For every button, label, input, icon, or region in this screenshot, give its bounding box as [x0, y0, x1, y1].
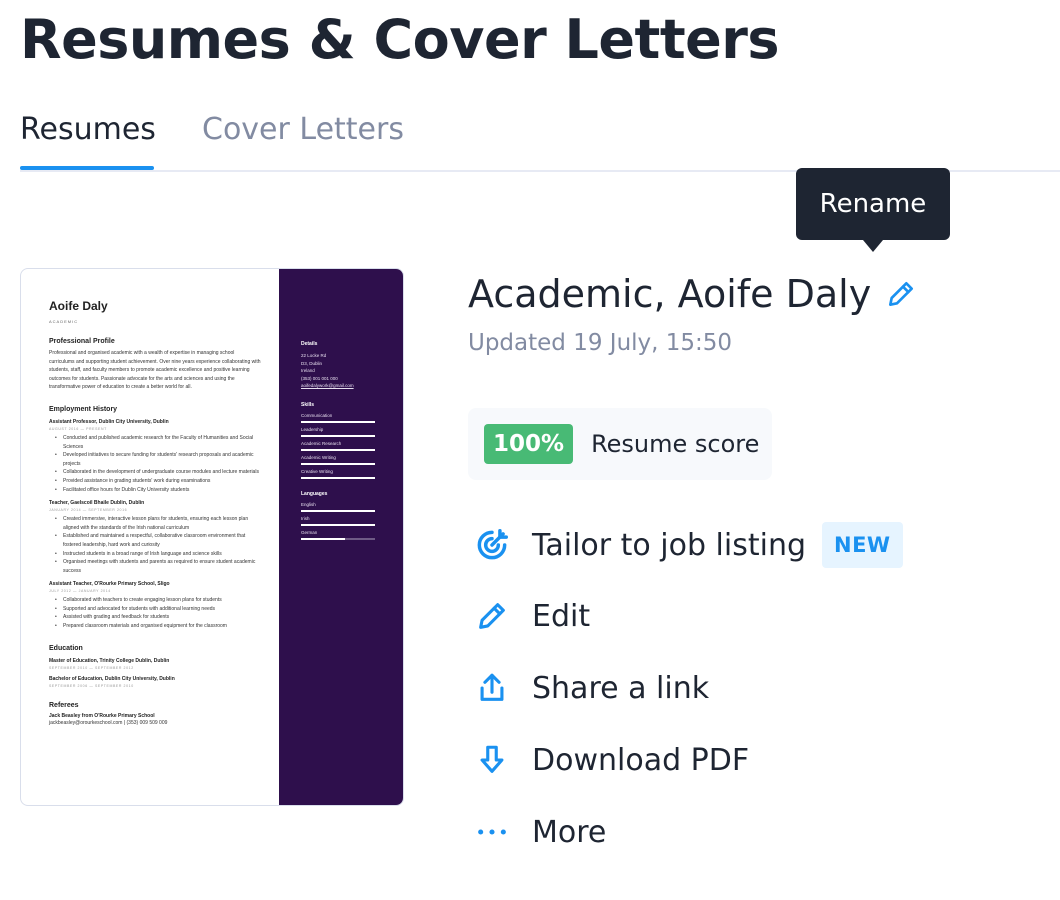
resume-skill-name: Leadership — [301, 426, 324, 432]
resume-language-name: English — [301, 501, 316, 507]
resume-skill-level-bar — [301, 462, 375, 465]
more-button[interactable]: More — [472, 812, 606, 852]
resume-score-panel[interactable]: 100% Resume score — [468, 408, 772, 480]
resume-skill-level-fill — [301, 420, 375, 423]
resume-job-title: Assistant Professor, Dublin City Univers… — [49, 418, 169, 425]
resume-skill-name: Communication — [301, 412, 333, 418]
resume-detail-line: (353) 001 001 000 — [301, 375, 338, 381]
share-icon — [472, 668, 512, 708]
resume-role: Academic — [49, 319, 79, 324]
tab-bar: Resumes Cover Letters — [20, 100, 1060, 172]
resume-job-bullet: Collaborated with teachers to create eng… — [49, 596, 261, 605]
resume-detail-line: 22 Locke Rd — [301, 353, 327, 358]
resume-education-title: Master of Education, Trinity College Dub… — [49, 657, 170, 664]
resume-skill-level-bar — [301, 420, 375, 423]
resume-job-title: Teacher, Gaelscoil Bhaile Dublin, Dublin — [49, 500, 145, 507]
document-title[interactable]: Academic, Aoife Daly — [468, 272, 871, 316]
resume-job-title: Assistant Teacher, O'Rourke Primary Scho… — [49, 581, 170, 588]
resume-profile-text: Professional and organised academic with… — [49, 350, 261, 391]
resume-language-level-bar — [301, 509, 375, 512]
resume-section-heading: Education — [49, 644, 83, 652]
tailor-to-job-button[interactable]: Tailor to job listing NEW — [472, 522, 903, 568]
resume-job-dates: AUGUST 2016 — PRESENT — [49, 426, 107, 431]
resume-skill-level-fill — [301, 476, 375, 479]
resume-main-column: Aoife Daly Academic Professional Profile… — [21, 269, 279, 805]
resume-skills: Communication Leadership Academic Research… — [301, 413, 383, 479]
resume-sidebar-heading: Languages — [301, 490, 328, 497]
tab-cover-letters[interactable]: Cover Letters — [202, 112, 404, 147]
resume-referee-contact: jackbeasley@orourkeschool.com | (353) 00… — [49, 719, 168, 726]
pencil-icon[interactable] — [885, 278, 917, 310]
resume-job-dates: JULY 2012 — JANUARY 2014 — [49, 589, 111, 594]
resume-education-title: Bachelor of Education, Dublin City Unive… — [49, 675, 175, 682]
resume-language-level-fill — [301, 537, 346, 540]
resume-job-bullet: Developed initiatives to secure funding … — [49, 451, 261, 468]
resume-detail-email: aoifedalywork@gmail.com — [301, 383, 354, 389]
resume-section-heading: Referees — [49, 701, 79, 709]
resume-skill-level-bar — [301, 448, 375, 451]
resume-skill-level-fill — [301, 448, 375, 451]
resume-name: Aoife Daly — [49, 299, 108, 313]
more-dots-icon — [472, 812, 512, 852]
action-label: Edit — [532, 598, 591, 634]
action-label: More — [532, 814, 607, 850]
action-label: Download PDF — [532, 742, 750, 778]
resume-job-bullet: Organised meetings with students and par… — [49, 558, 261, 575]
resume-job-bullet: Provided assistance in grading students'… — [49, 477, 261, 486]
resume-language-name: Irish — [301, 515, 310, 521]
resume-job-bullet: Established and maintained a respectful,… — [49, 532, 261, 549]
resume-language-level-fill — [301, 523, 375, 526]
resume-job-bullet: Collaborated in the development of under… — [49, 468, 261, 477]
resume-education-dates: SEPTEMBER 2010 — SEPTEMBER 2012 — [49, 665, 134, 670]
download-icon — [472, 740, 512, 780]
pencil-icon — [472, 596, 512, 636]
resume-skill-level-fill — [301, 434, 375, 437]
resume-jobs: Assistant Professor, Dublin City Univers… — [49, 419, 261, 631]
resume-skill-level-bar — [301, 476, 375, 479]
score-label: Resume score — [591, 430, 760, 458]
resume-job-bullet: Facilitated office hours for Dublin City… — [49, 486, 261, 495]
resume-language-level-fill — [301, 509, 375, 512]
resume-skill-name: Academic Research — [301, 440, 342, 446]
resume-skill-name: Creative Writing — [301, 468, 333, 474]
resume-skill-level-fill — [301, 462, 375, 465]
resume-job-bullet: Conducted and published academic researc… — [49, 434, 261, 451]
share-link-button[interactable]: Share a link — [472, 668, 709, 708]
resume-skill-name: Academic Writing — [301, 454, 336, 460]
resume-language-level-bar — [301, 523, 375, 526]
resume-section-heading: Professional Profile — [49, 338, 115, 345]
resume-detail-line: Ireland — [301, 368, 315, 374]
resume-language-level-bar — [301, 537, 375, 540]
active-tab-indicator — [20, 166, 154, 170]
download-pdf-button[interactable]: Download PDF — [472, 740, 749, 780]
resume-skill-level-bar — [301, 434, 375, 437]
resume-job-bullet: Supported and advocated for students wit… — [49, 605, 261, 614]
edit-button[interactable]: Edit — [472, 596, 590, 636]
action-label: Tailor to job listing — [532, 527, 807, 563]
resume-job-bullet: Instructed students in a broad range of … — [49, 550, 261, 559]
resume-job-dates: JANUARY 2014 — SEPTEMBER 2016 — [49, 508, 128, 513]
document-title-row: Academic, Aoife Daly — [468, 272, 917, 316]
resume-job-bullet: Created immersive, interactive lesson pl… — [49, 515, 261, 532]
resume-education-dates: SEPTEMBER 2006 — SEPTEMBER 2010 — [49, 683, 134, 688]
resume-job-bullet: Assisted with grading and feedback for s… — [49, 613, 261, 622]
resume-job-bullet: Prepared classroom materials and organis… — [49, 622, 261, 631]
resume-sidebar-heading: Details — [301, 341, 318, 347]
last-updated-text: Updated 19 July, 15:50 — [468, 330, 733, 356]
new-badge: NEW — [822, 522, 903, 568]
resume-section-heading: Employment History — [49, 405, 118, 413]
resume-sidebar: Details 22 Locke Rd D3, Dublin Ireland (… — [279, 269, 403, 805]
resume-thumbnail[interactable]: Aoife Daly Academic Professional Profile… — [20, 268, 404, 806]
target-icon — [472, 525, 512, 565]
resume-language-name: German — [301, 529, 318, 535]
tab-resumes[interactable]: Resumes — [20, 112, 156, 147]
page-title: Resumes & Cover Letters — [20, 8, 780, 71]
resume-languages: English Irish German — [301, 502, 383, 540]
score-badge: 100% — [484, 424, 574, 464]
resume-detail-line: D3, Dublin — [301, 360, 323, 366]
rename-tooltip: Rename — [796, 168, 950, 252]
action-label: Share a link — [532, 670, 710, 706]
resume-sidebar-heading: Skills — [301, 401, 315, 408]
